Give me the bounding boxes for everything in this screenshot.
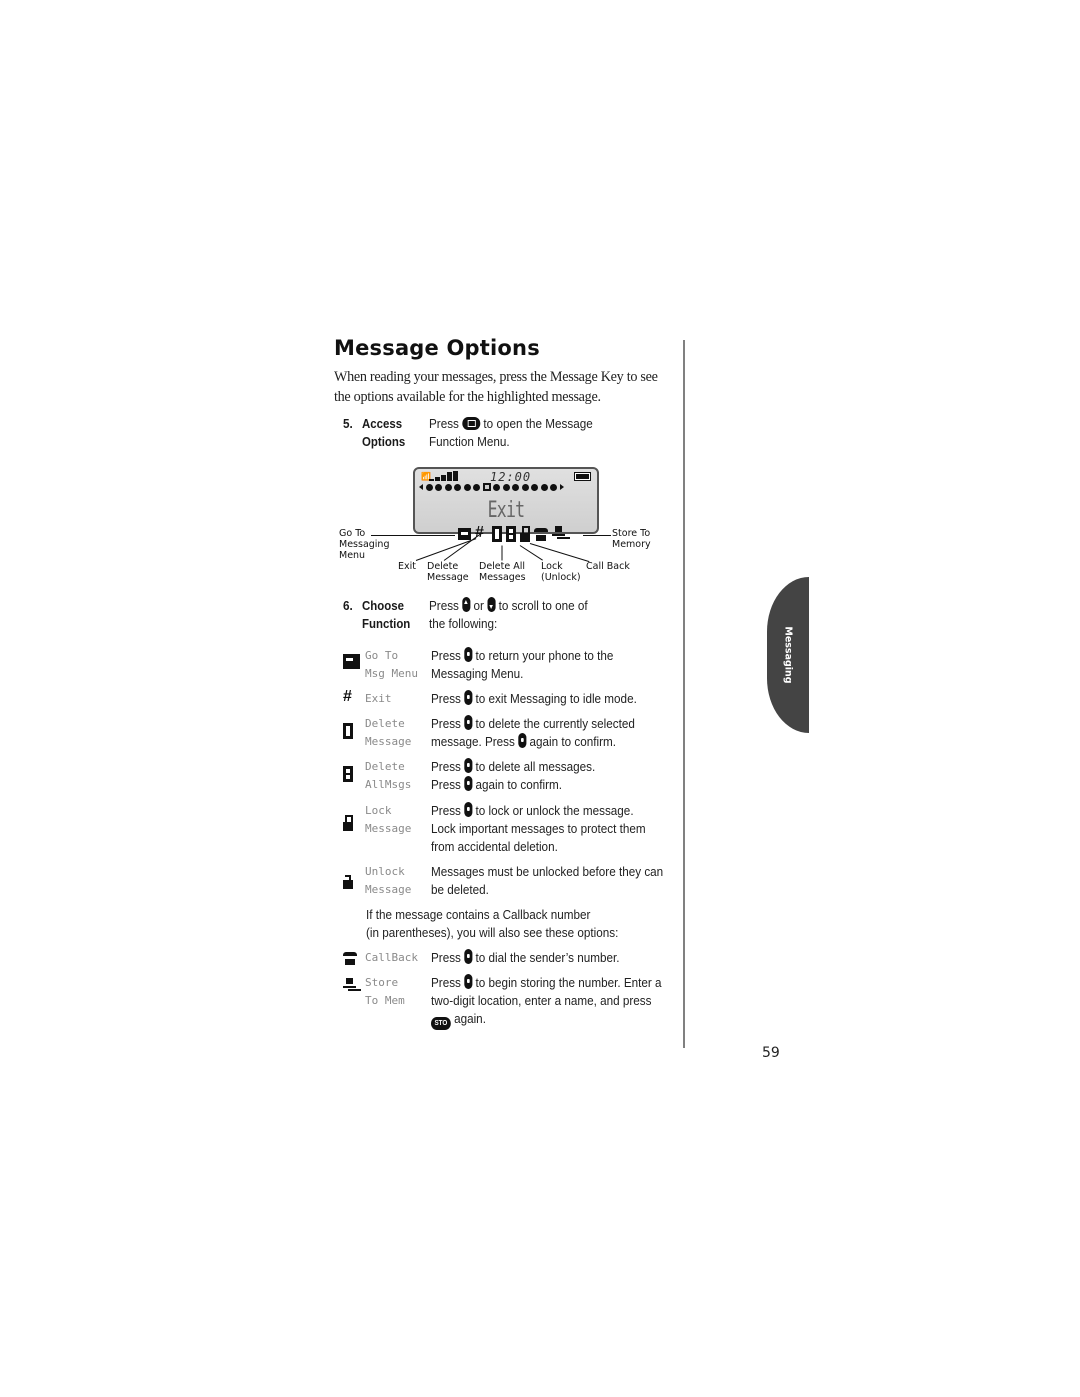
- function-name: Delete Message: [365, 717, 412, 748]
- scroll-up-key-icon: [462, 597, 471, 612]
- function-name: Unlock Message: [365, 865, 412, 896]
- scroll-left-arrow-icon: [419, 484, 423, 490]
- function-description: Press to return your phone to the Messagi…: [431, 647, 614, 681]
- page-title: Message Options: [334, 336, 540, 360]
- page-number: 59: [762, 1045, 780, 1061]
- select-key-icon: [464, 715, 473, 730]
- position-dot: [493, 483, 500, 491]
- message-key-icon: [462, 417, 481, 430]
- position-dot: [444, 483, 452, 491]
- sto-key-icon: STO: [431, 1017, 451, 1030]
- section-tab-messaging[interactable]: Messaging: [767, 577, 809, 733]
- position-dot: [531, 483, 538, 491]
- delete-message-icon: [492, 526, 502, 542]
- scroll-right-arrow-icon: [559, 484, 564, 490]
- select-key-icon: [464, 647, 473, 662]
- current-position-marker: [482, 483, 491, 491]
- step-number: 6.: [343, 598, 353, 613]
- phone-lcd-display: 📶 12:00 Exit: [413, 467, 599, 542]
- position-dot: [454, 483, 461, 491]
- function-name: Exit: [365, 692, 392, 705]
- select-key-icon: [464, 949, 473, 964]
- select-key-icon: [464, 690, 473, 705]
- leader-line: [519, 545, 543, 561]
- step-label: Choose Function: [362, 598, 411, 631]
- delete-message-icon: [343, 723, 353, 739]
- position-dot: [473, 483, 480, 491]
- intro-paragraph: When reading your messages, press the Me…: [334, 369, 658, 405]
- function-name: Go To Msg Menu: [365, 649, 418, 680]
- select-key-icon: [464, 802, 473, 817]
- step-label: Access Options: [362, 416, 406, 449]
- position-dot: [512, 483, 519, 491]
- lcd-menu-text: Exit: [487, 498, 525, 523]
- leader-line: [501, 545, 503, 561]
- function-description: Press to exit Messaging to idle mode.: [431, 690, 637, 706]
- leader-line: [583, 535, 611, 536]
- go-to-messaging-icon: [343, 654, 360, 669]
- function-name: CallBack: [365, 951, 418, 964]
- callout-delete-message: Delete Message: [427, 561, 469, 583]
- callback-note: If the message contains a Callback numbe…: [366, 907, 619, 940]
- callout-lock: Lock (Unlock): [541, 561, 581, 583]
- callout-go-to-messaging: Go To Messaging Menu: [339, 528, 390, 561]
- select-key-icon: [464, 758, 473, 773]
- menu-position-indicator: [419, 483, 564, 491]
- step-description: Press to open the Message Function Menu.: [429, 416, 593, 449]
- select-key-icon: [518, 733, 527, 748]
- function-name: Delete AllMsgs: [365, 760, 412, 791]
- battery-icon: [574, 472, 591, 481]
- unlock-icon: [343, 873, 353, 889]
- function-description: Press to delete the currently selected me…: [431, 715, 635, 749]
- store-to-memory-icon: [552, 526, 565, 542]
- go-to-messaging-icon: [458, 528, 471, 540]
- callout-store-to-memory: Store To Memory: [612, 528, 651, 550]
- delete-all-icon: [343, 766, 353, 782]
- function-description: Messages must be unlocked before they ca…: [431, 864, 664, 897]
- function-description: Press to lock or unlock the message. Lock…: [431, 802, 646, 854]
- lcd-clock: 12:00: [490, 470, 532, 484]
- function-name: Store To Mem: [365, 976, 405, 1007]
- delete-all-icon: [506, 526, 516, 542]
- step-number: 5.: [343, 416, 353, 431]
- position-dot: [521, 483, 529, 491]
- function-description: Press to dial the sender’s number.: [431, 949, 620, 965]
- position-dot: [540, 483, 548, 491]
- function-description: Press to begin storing the number. Enter…: [431, 974, 662, 1030]
- callout-exit: Exit: [398, 561, 416, 572]
- step-description: Press or to scroll to one of the followin…: [429, 597, 588, 631]
- store-to-memory-icon: [343, 978, 356, 994]
- position-dot: [502, 483, 510, 491]
- position-dot: [550, 483, 557, 491]
- select-key-icon: [464, 974, 473, 989]
- lock-icon: [520, 526, 530, 542]
- signal-strength-icon: [429, 471, 458, 481]
- scroll-down-key-icon: [487, 597, 496, 612]
- exit-icon: [475, 524, 488, 542]
- callback-icon: [343, 951, 361, 965]
- leader-line: [529, 543, 590, 563]
- callback-icon: [534, 527, 548, 541]
- position-dot: [435, 483, 442, 491]
- function-description: Press to delete all messages. Press again…: [431, 758, 596, 792]
- select-key-icon: [464, 776, 473, 791]
- callout-delete-all: Delete All Messages: [479, 561, 526, 583]
- function-name: Lock Message: [365, 804, 412, 835]
- column-divider: [683, 340, 685, 1048]
- leader-line: [371, 535, 455, 536]
- position-dot: [463, 483, 471, 491]
- lock-icon: [343, 815, 353, 831]
- exit-icon: [343, 688, 356, 706]
- callout-call-back: Call Back: [586, 561, 630, 572]
- section-tab-label: Messaging: [782, 626, 794, 684]
- position-dot: [425, 483, 433, 491]
